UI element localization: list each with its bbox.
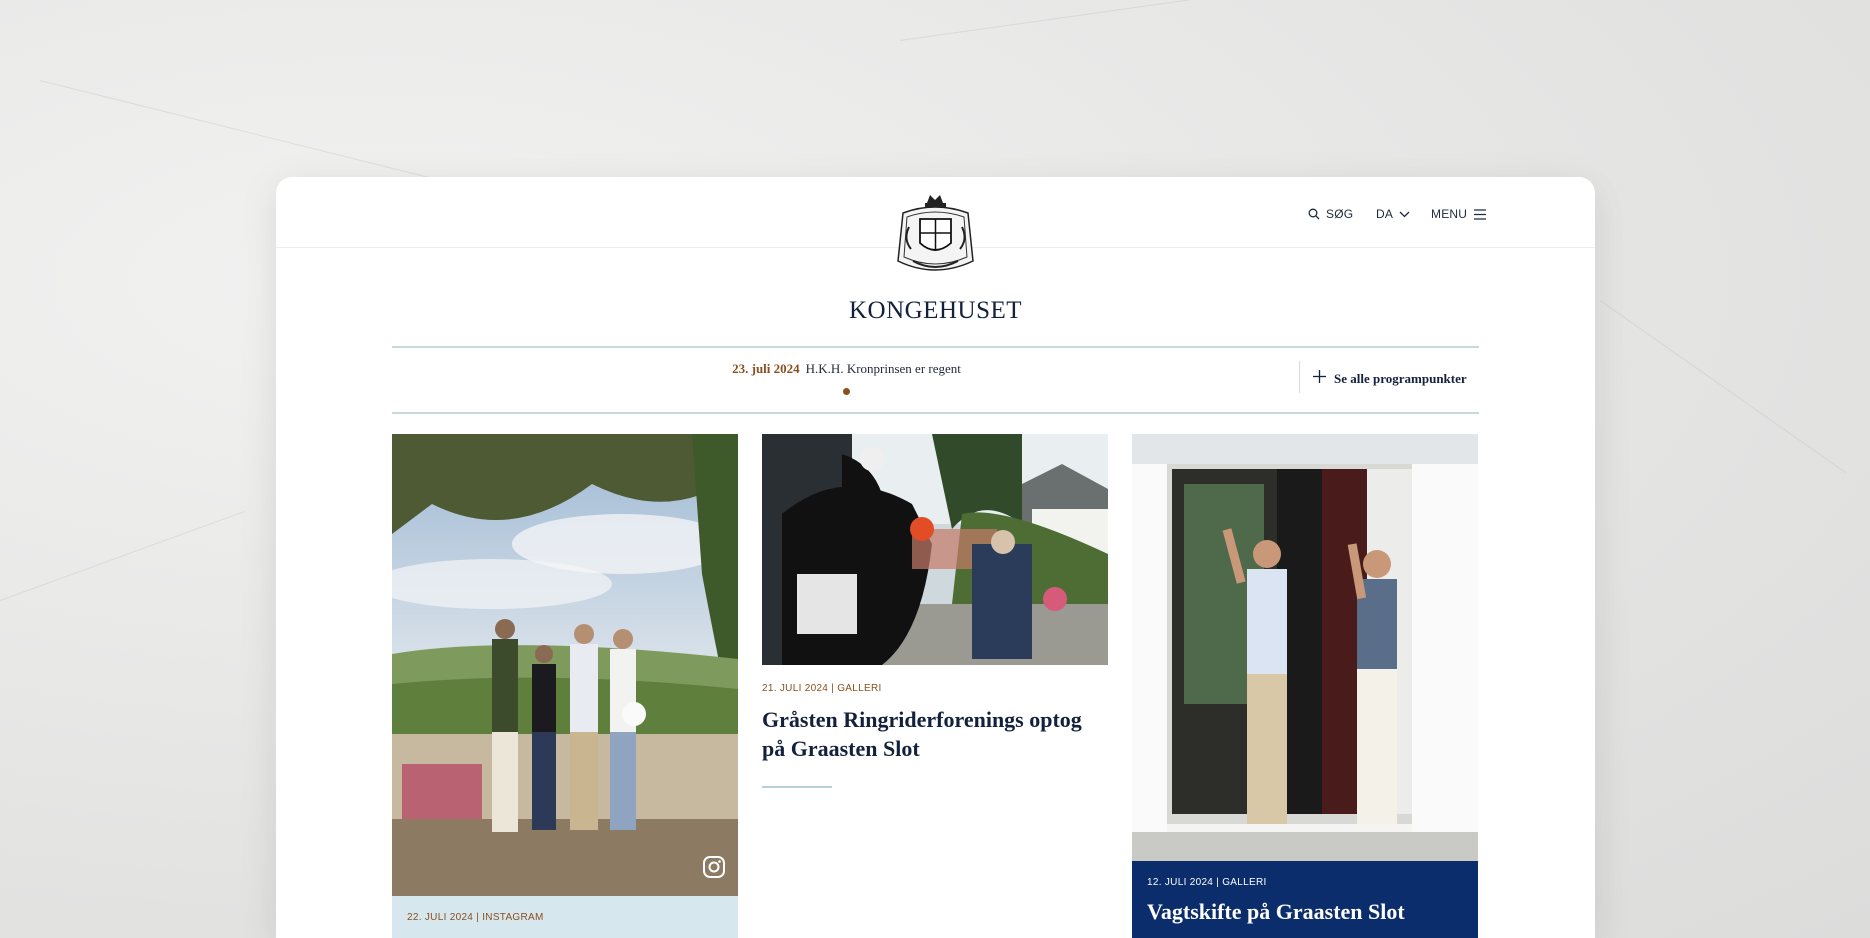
program-bar: 23. juli 2024 H.K.H. Kronprinsen er regen… (392, 346, 1479, 414)
marble-vein (0, 511, 245, 601)
card-image (762, 434, 1108, 665)
card-panel: 12. JULI 2024 | GALLERI Vagtskifte på Gr… (1132, 861, 1478, 938)
card-meta: 22. JULI 2024 | INSTAGRAM (407, 912, 544, 923)
menu-button[interactable]: MENU (1431, 203, 1487, 225)
menu-icon (1473, 208, 1487, 220)
see-all-label: Se alle programpunkter (1334, 370, 1467, 386)
program-item[interactable]: 23. juli 2024 H.K.H. Kronprinsen er regen… (392, 361, 1301, 377)
carousel-dot[interactable] (843, 388, 850, 395)
card-image (1132, 434, 1478, 861)
chevron-down-icon (1399, 211, 1410, 218)
card-title[interactable]: Gråsten Ringriderforenings optog på Graa… (762, 705, 1108, 763)
title-underline (762, 786, 832, 788)
card-meta-panel: 22. JULI 2024 | INSTAGRAM (392, 896, 738, 938)
card-meta: 12. JULI 2024 | GALLERI (1147, 877, 1267, 888)
website-frame: SØG DA MENU KONGEHUSET 23. juli 2024 H.K… (276, 177, 1595, 938)
marble-vein (899, 0, 1594, 41)
program-text: H.K.H. Kronprinsen er regent (805, 361, 961, 376)
see-all-program-link[interactable]: Se alle programpunkter (1313, 370, 1467, 387)
search-button[interactable]: SØG (1308, 203, 1353, 225)
news-card-gallery[interactable]: 21. JULI 2024 | GALLERI Gråsten Ringride… (762, 434, 1108, 788)
program-date: 23. juli 2024 (732, 361, 800, 376)
plus-icon (1313, 370, 1326, 387)
site-title[interactable]: KONGEHUSET (276, 297, 1595, 325)
search-icon (1308, 208, 1320, 220)
menu-label: MENU (1431, 207, 1468, 221)
news-card-instagram[interactable]: 22. JULI 2024 | INSTAGRAM (392, 434, 738, 938)
card-meta: 21. JULI 2024 | GALLERI (762, 683, 882, 694)
language-select[interactable]: DA (1376, 203, 1410, 225)
divider (1299, 361, 1300, 393)
marble-vein (1599, 300, 1847, 473)
crest-logo[interactable] (889, 191, 982, 283)
language-label: DA (1376, 207, 1394, 221)
card-image (392, 434, 738, 896)
instagram-icon (702, 855, 726, 884)
news-card-featured[interactable]: 12. JULI 2024 | GALLERI Vagtskifte på Gr… (1132, 434, 1478, 938)
card-title[interactable]: Vagtskifte på Graasten Slot (1147, 897, 1463, 926)
search-label: SØG (1326, 207, 1354, 221)
